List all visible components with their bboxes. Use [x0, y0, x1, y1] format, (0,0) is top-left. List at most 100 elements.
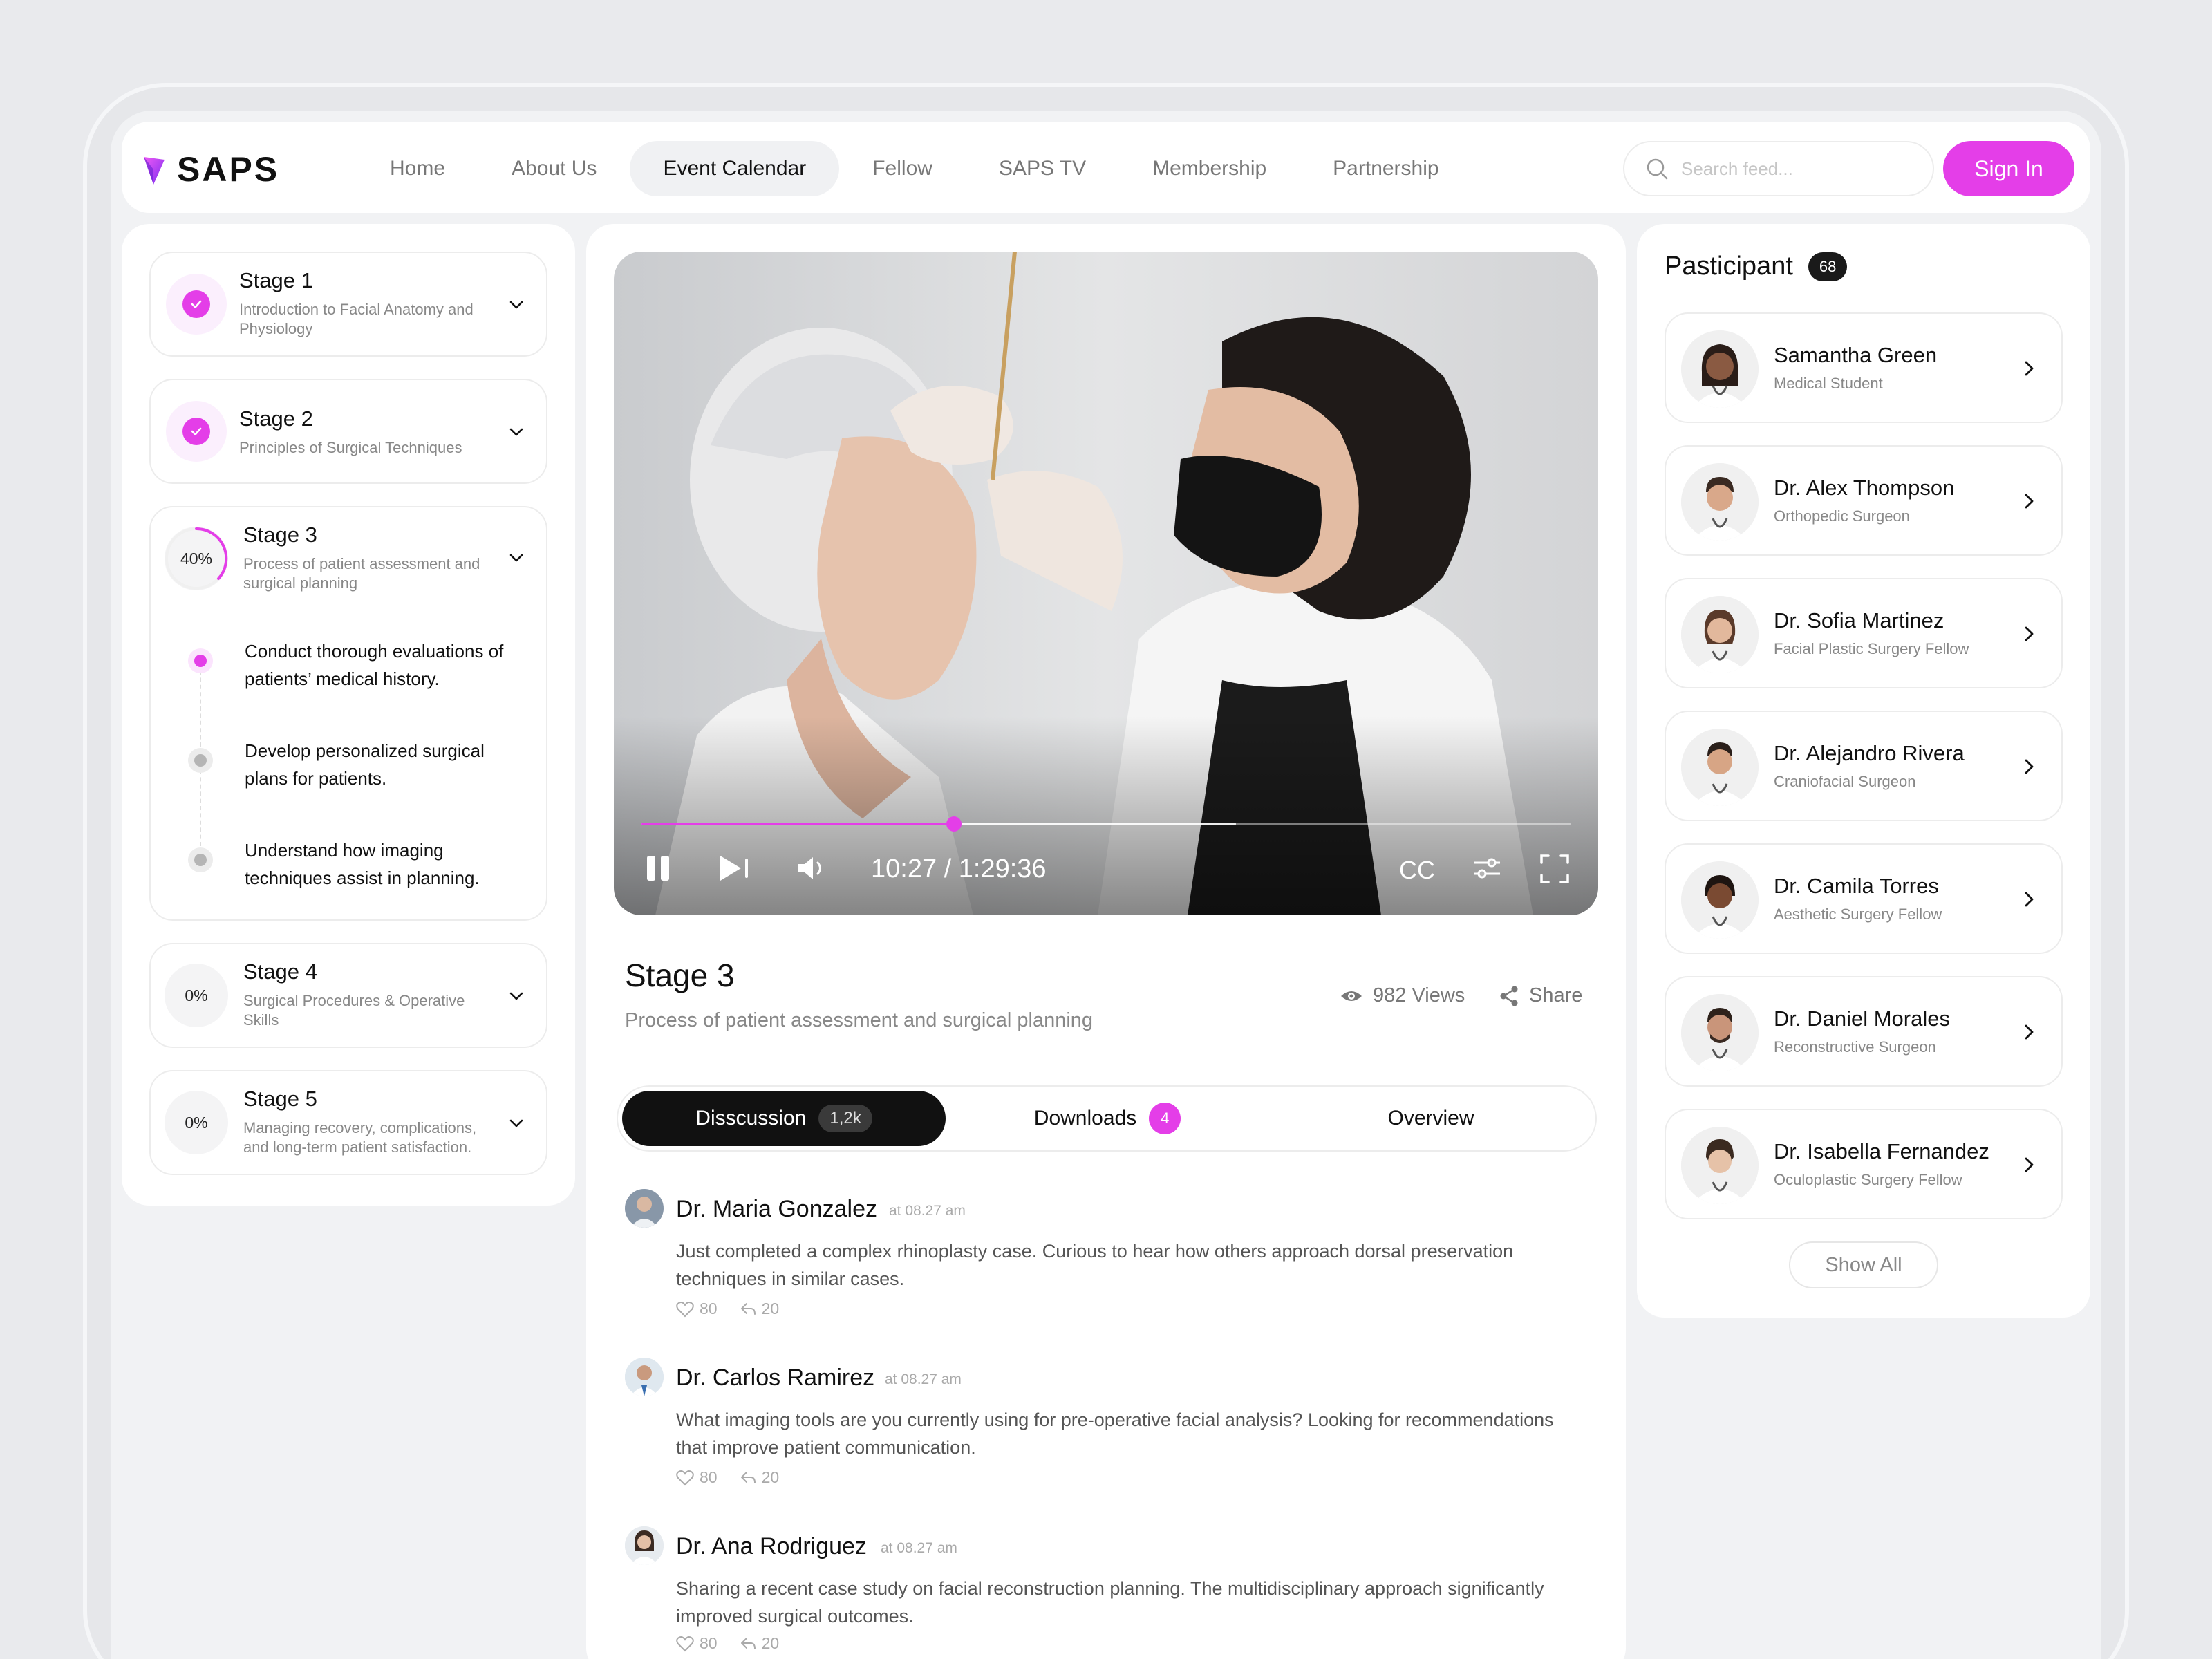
- video-frame: [614, 252, 1598, 915]
- chevron-right-icon: [2025, 1024, 2034, 1040]
- fullscreen-icon[interactable]: [1539, 853, 1571, 885]
- show-all-button[interactable]: Show All: [1789, 1241, 1938, 1288]
- video-scrubber-handle[interactable]: [946, 816, 962, 832]
- discussion-count-badge: 1,2k: [818, 1105, 872, 1132]
- like-count: 80: [700, 1634, 718, 1652]
- participants-panel: Pasticipant 68 Samantha Green Medical St…: [1637, 224, 2090, 1318]
- stage-card-4[interactable]: 0% Stage 4 Surgical Procedures & Operati…: [149, 943, 547, 1048]
- participant-name: Dr. Alejandro Rivera: [1774, 741, 1965, 765]
- nav-membership[interactable]: Membership: [1119, 141, 1300, 196]
- reply-icon: [740, 1471, 756, 1483]
- stage-card-3[interactable]: 40% Stage 3 Process of patient assessmen…: [149, 506, 547, 921]
- logo-mark-icon: [144, 157, 165, 185]
- search-box[interactable]: [1623, 141, 1934, 196]
- views-label: 982 Views: [1373, 984, 1465, 1006]
- comment-author[interactable]: Dr. Carlos Ramirez: [676, 1365, 874, 1391]
- participant-card[interactable]: Dr. Alex Thompson Orthopedic Surgeon: [1665, 445, 2063, 556]
- nav-event-calendar[interactable]: Event Calendar: [630, 141, 840, 196]
- like-button[interactable]: 80: [676, 1300, 718, 1318]
- reply-button[interactable]: 20: [740, 1300, 780, 1318]
- participant-role: Medical Student: [1774, 375, 1883, 392]
- participant-card[interactable]: Dr. Alejandro Rivera Craniofacial Surgeo…: [1665, 711, 2063, 821]
- stage-progress-value: 0%: [165, 964, 228, 1027]
- tab-overview[interactable]: Overview: [1269, 1091, 1593, 1146]
- chevron-down-icon[interactable]: [506, 294, 527, 315]
- nav-home[interactable]: Home: [357, 141, 478, 196]
- avatar[interactable]: [625, 1358, 664, 1396]
- reply-button[interactable]: 20: [740, 1634, 779, 1653]
- volume-icon[interactable]: [795, 854, 828, 882]
- heart-icon: [676, 1635, 694, 1651]
- participant-card[interactable]: Dr. Isabella Fernandez Oculoplastic Surg…: [1665, 1109, 2063, 1219]
- like-count: 80: [700, 1468, 718, 1486]
- chevron-right-icon: [2025, 626, 2034, 641]
- participant-role: Reconstructive Surgeon: [1774, 1038, 1936, 1056]
- like-button[interactable]: 80: [676, 1634, 718, 1653]
- sign-in-button[interactable]: Sign In: [1943, 141, 2074, 196]
- reply-icon: [740, 1302, 756, 1315]
- step-item[interactable]: Conduct thorough evaluations of patients…: [245, 637, 507, 693]
- skip-next-icon[interactable]: [718, 853, 752, 883]
- chevron-down-icon[interactable]: [506, 986, 527, 1006]
- share-icon: [1500, 986, 1518, 1006]
- stage-card-5[interactable]: 0% Stage 5 Managing recovery, complicati…: [149, 1070, 547, 1175]
- avatar: [1681, 596, 1759, 673]
- nav-saps-tv[interactable]: SAPS TV: [966, 141, 1119, 196]
- chevron-down-icon[interactable]: [506, 547, 527, 568]
- nav-about-us[interactable]: About Us: [478, 141, 630, 196]
- participant-card[interactable]: Dr. Daniel Morales Reconstructive Surgeo…: [1665, 976, 2063, 1087]
- participant-card[interactable]: Dr. Sofia Martinez Facial Plastic Surger…: [1665, 578, 2063, 688]
- avatar: [1681, 330, 1759, 408]
- chevron-down-icon[interactable]: [506, 422, 527, 442]
- avatar[interactable]: [625, 1189, 664, 1228]
- nav-partnership[interactable]: Partnership: [1300, 141, 1472, 196]
- comment-item: Dr. Maria Gonzalez at 08.27 am Just comp…: [625, 1189, 1593, 1341]
- chevron-right-icon: [2025, 892, 2034, 907]
- chevron-down-icon[interactable]: [506, 1113, 527, 1134]
- search-input[interactable]: [1681, 158, 1916, 180]
- stage-subtitle: Process of patient assessment and surgic…: [243, 555, 480, 592]
- comment-text: What imaging tools are you currently usi…: [676, 1409, 1554, 1458]
- step-item[interactable]: Develop personalized surgical plans for …: [245, 737, 507, 792]
- share-button[interactable]: Share: [1499, 984, 1582, 1007]
- views-count: 982 Views: [1340, 984, 1465, 1007]
- stage-card-1[interactable]: Stage 1 Introduction to Facial Anatomy a…: [149, 252, 547, 357]
- video-progress-bar[interactable]: [641, 816, 1571, 832]
- comment-time: at 08.27 am: [881, 1540, 957, 1556]
- like-button[interactable]: 80: [676, 1468, 718, 1487]
- pause-icon[interactable]: [643, 853, 673, 883]
- reply-icon: [740, 1637, 756, 1649]
- tab-downloads[interactable]: Downloads 4: [946, 1091, 1269, 1146]
- video-player[interactable]: 10:27 / 1:29:36 CC: [614, 252, 1598, 915]
- participants-title: Pasticipant: [1665, 252, 1793, 281]
- participant-name: Dr. Daniel Morales: [1774, 1006, 1950, 1031]
- avatar: [1681, 729, 1759, 806]
- nav-fellow[interactable]: Fellow: [839, 141, 966, 196]
- reply-button[interactable]: 20: [740, 1468, 779, 1487]
- step-item[interactable]: Understand how imaging techniques assist…: [245, 836, 507, 892]
- comment-author[interactable]: Dr. Ana Rodriguez: [676, 1533, 867, 1560]
- chevron-right-icon: [2025, 1157, 2034, 1172]
- search-icon: [1647, 158, 1668, 180]
- comment-author[interactable]: Dr. Maria Gonzalez: [676, 1196, 877, 1223]
- heart-icon: [676, 1301, 694, 1317]
- participant-card[interactable]: Samantha Green Medical Student: [1665, 312, 2063, 423]
- stage-title: Stage 3: [243, 523, 317, 547]
- closed-captions-button[interactable]: CC: [1399, 856, 1435, 885]
- reply-count: 20: [761, 1300, 780, 1318]
- comment-actions: 80 20: [676, 1468, 779, 1487]
- logo[interactable]: SAPS: [142, 149, 279, 189]
- settings-sliders-icon[interactable]: [1471, 853, 1503, 883]
- stage-progress-value: 40%: [180, 549, 213, 568]
- stage-completed-icon: [166, 274, 227, 335]
- video-timecode: 10:27 / 1:29:36: [871, 854, 1047, 883]
- content-tabs: Disscussion 1,2k Downloads 4 Overview: [617, 1085, 1597, 1152]
- stage-card-2[interactable]: Stage 2 Principles of Surgical Technique…: [149, 379, 547, 484]
- video-title: Stage 3: [625, 957, 735, 993]
- participant-card[interactable]: Dr. Camila Torres Aesthetic Surgery Fell…: [1665, 843, 2063, 954]
- step-inactive-dot: [188, 847, 213, 872]
- tab-discussion[interactable]: Disscussion 1,2k: [622, 1091, 946, 1146]
- avatar[interactable]: [625, 1526, 664, 1565]
- chevron-right-icon: [2025, 494, 2034, 509]
- heart-icon: [676, 1470, 694, 1485]
